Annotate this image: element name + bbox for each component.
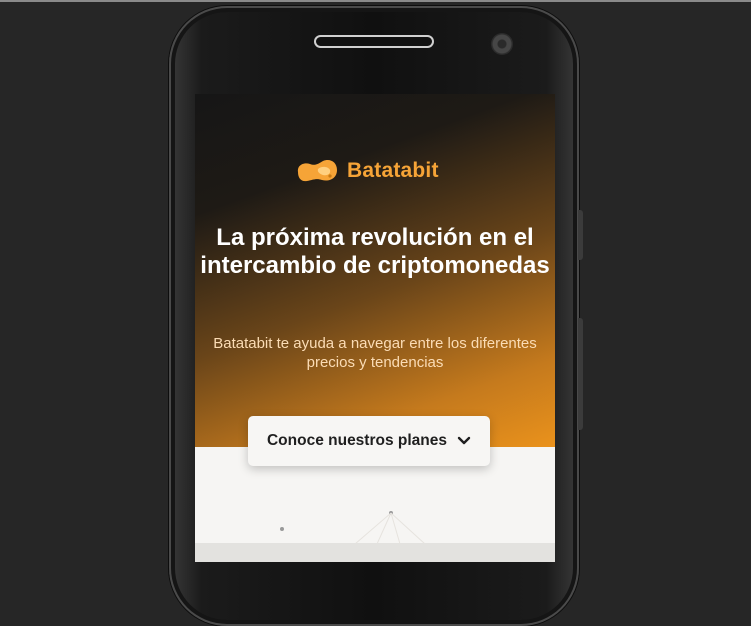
top-divider <box>0 0 751 2</box>
phone-camera <box>491 33 513 55</box>
phone-speaker <box>314 35 434 48</box>
phone-screen: Batatabit La próxima revolución en el in… <box>195 94 555 562</box>
potato-logo-icon <box>297 160 337 182</box>
chevron-down-icon <box>457 436 471 445</box>
brand-name: Batatabit <box>347 159 439 182</box>
next-section-preview <box>195 543 555 562</box>
plans-button[interactable]: Conoce nuestros planes <box>248 416 490 466</box>
hero-subtitle: Batatabit te ayuda a navegar entre los d… <box>213 335 537 371</box>
hero-headline: La próxima revolución en el intercambio … <box>200 224 550 279</box>
phone-volume-button <box>578 318 583 430</box>
decorative-network-graphic <box>280 511 426 544</box>
brand-logo[interactable]: Batatabit <box>295 156 455 186</box>
hero-section: Batatabit La próxima revolución en el in… <box>195 94 555 447</box>
plans-button-label: Conoce nuestros planes <box>266 432 447 449</box>
phone-side-button <box>578 210 583 260</box>
